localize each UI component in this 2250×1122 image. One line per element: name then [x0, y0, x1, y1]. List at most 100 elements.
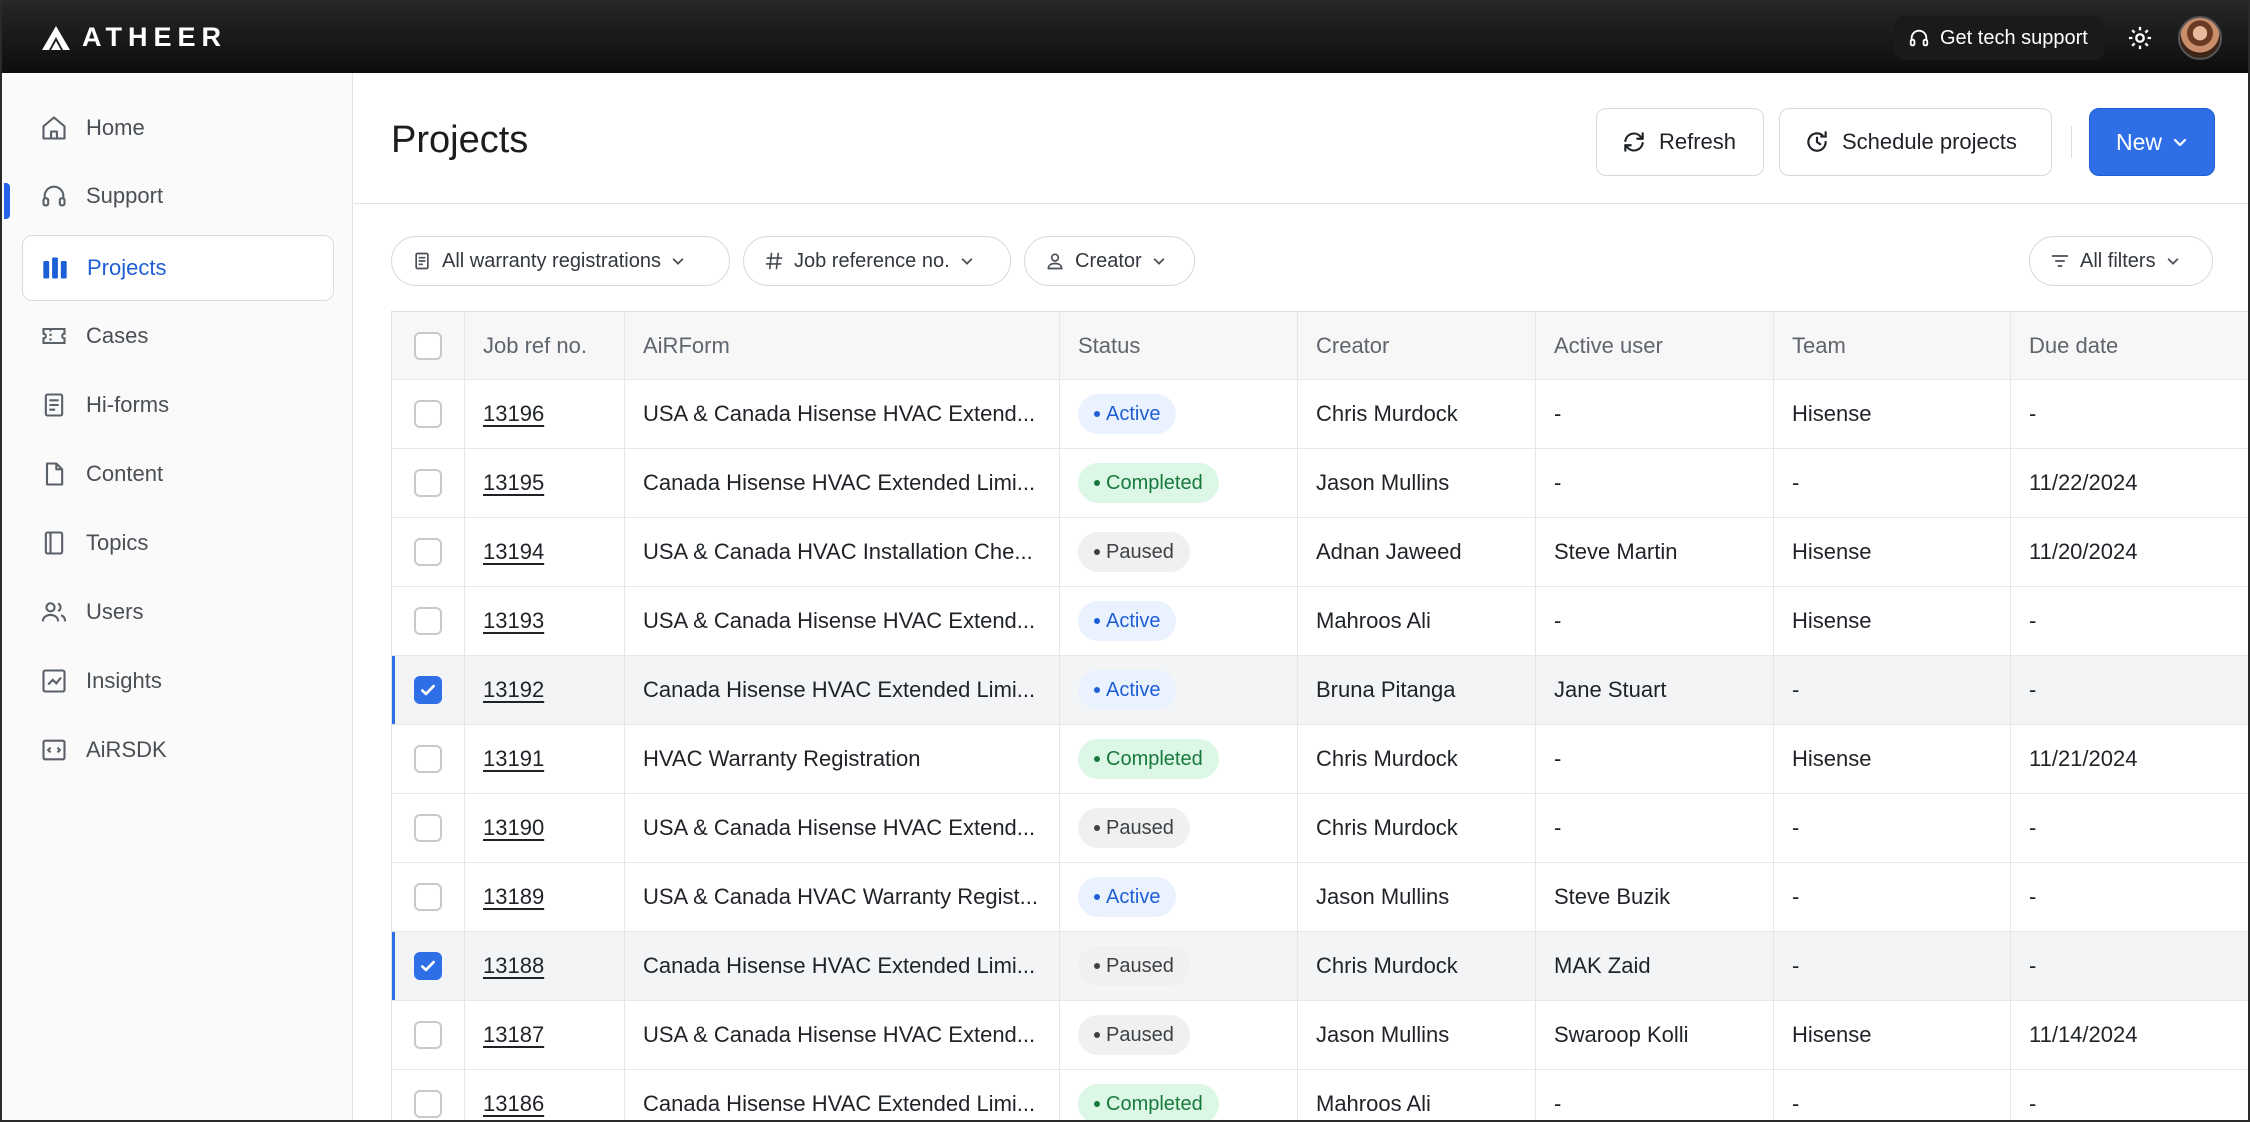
table-row[interactable]: 13195 Canada Hisense HVAC Extended Limi..… [392, 449, 2248, 518]
schedule-projects-button[interactable]: Schedule projects [1779, 108, 2052, 176]
sidebar-item-topics[interactable]: Topics [22, 510, 334, 576]
creator-cell: Chris Murdock [1298, 380, 1536, 448]
status-badge: Active [1078, 601, 1177, 641]
table-row[interactable]: 13196 USA & Canada Hisense HVAC Extend...… [392, 380, 2248, 449]
status-badge: Completed [1078, 1084, 1219, 1120]
job-ref-link[interactable]: 13196 [483, 401, 544, 427]
row-checkbox[interactable] [414, 883, 442, 911]
app-window: ATHEER Get tech support Home Support Pro… [0, 0, 2250, 1122]
warranty-registrations-filter[interactable]: All warranty registrations [391, 236, 730, 286]
row-checkbox[interactable] [414, 676, 442, 704]
refresh-button[interactable]: Refresh [1596, 108, 1764, 176]
row-checkbox[interactable] [414, 1021, 442, 1049]
row-select-cell [392, 1070, 465, 1120]
table-row[interactable]: 13189 USA & Canada HVAC Warranty Regist..… [392, 863, 2248, 932]
job-ref-link[interactable]: 13192 [483, 677, 544, 703]
active-user-cell: - [1536, 449, 1774, 517]
job-ref-link[interactable]: 13195 [483, 470, 544, 496]
table-row[interactable]: 13190 USA & Canada Hisense HVAC Extend...… [392, 794, 2248, 863]
gear-icon[interactable] [2126, 24, 2154, 52]
sidebar-item-airsdk[interactable]: AiRSDK [22, 717, 334, 783]
column-header-status[interactable]: Status [1060, 312, 1298, 379]
all-filters-button[interactable]: All filters [2029, 236, 2213, 286]
active-user-cell: - [1536, 587, 1774, 655]
user-avatar[interactable] [2178, 16, 2222, 60]
due-date-cell: - [2029, 815, 2037, 840]
atheer-logo[interactable]: ATHEER [40, 22, 227, 53]
job-ref-link[interactable]: 13186 [483, 1091, 544, 1117]
sidebar-item-users[interactable]: Users [22, 579, 334, 645]
sidebar-item-hi-forms[interactable]: Hi-forms [22, 372, 334, 438]
airform-cell: USA & Canada Hisense HVAC Extend... [625, 794, 1060, 862]
row-select-cell [392, 794, 465, 862]
chevron-down-icon [672, 258, 684, 265]
row-checkbox[interactable] [414, 469, 442, 497]
table-row[interactable]: 13187 USA & Canada Hisense HVAC Extend...… [392, 1001, 2248, 1070]
select-all-checkbox[interactable] [414, 331, 442, 360]
sidebar-item-label: Support [86, 183, 164, 208]
job-ref-link[interactable]: 13189 [483, 884, 544, 910]
code-icon [42, 739, 66, 761]
new-button[interactable]: New [2089, 108, 2215, 176]
team-cell: - [1774, 449, 2011, 517]
sidebar-item-label: Users [86, 599, 144, 624]
row-checkbox[interactable] [414, 607, 442, 635]
creator-cell: Mahroos Ali [1298, 1070, 1536, 1120]
row-checkbox[interactable] [414, 952, 442, 980]
row-checkbox[interactable] [414, 745, 442, 773]
row-checkbox[interactable] [414, 538, 442, 566]
table-row[interactable]: 13186 Canada Hisense HVAC Extended Limi..… [392, 1070, 2248, 1120]
status-label: Active [1106, 885, 1161, 908]
creator-cell: Chris Murdock [1298, 932, 1536, 1000]
status-cell: Completed [1060, 449, 1298, 517]
job-ref-link[interactable]: 13190 [483, 815, 544, 841]
due-date-cell: - [2029, 953, 2037, 978]
team-cell: Hisense [1774, 1001, 2011, 1069]
refresh-label: Refresh [1659, 129, 1737, 154]
book-icon [44, 531, 64, 555]
table-row[interactable]: 13191 HVAC Warranty Registration Completed… [392, 725, 2248, 794]
column-header-due-date[interactable]: Due date [2011, 312, 2248, 379]
status-dot [1094, 825, 1100, 831]
status-badge: Active [1078, 394, 1177, 434]
table-row[interactable]: 13192 Canada Hisense HVAC Extended Limi..… [392, 656, 2248, 725]
row-checkbox[interactable] [414, 400, 442, 428]
table-row[interactable]: 13188 Canada Hisense HVAC Extended Limi..… [392, 932, 2248, 1001]
job-ref-cell: 13190 [465, 794, 625, 862]
status-dot [1094, 687, 1100, 693]
job-reference-filter[interactable]: Job reference no. [743, 236, 1011, 286]
column-header-team[interactable]: Team [1774, 312, 2011, 379]
column-header-job-ref[interactable]: Job ref no. [465, 312, 625, 379]
row-select-cell [392, 863, 465, 931]
job-ref-link[interactable]: 13188 [483, 953, 544, 979]
due-date-cell: - [2029, 608, 2037, 633]
sidebar-item-insights[interactable]: Insights [22, 648, 334, 714]
column-header-active-user[interactable]: Active user [1536, 312, 1774, 379]
column-header-creator[interactable]: Creator [1298, 312, 1536, 379]
job-ref-link[interactable]: 13187 [483, 1022, 544, 1048]
team-cell: Hisense [1774, 587, 2011, 655]
table-row[interactable]: 13193 USA & Canada Hisense HVAC Extend...… [392, 587, 2248, 656]
schedule-icon [1807, 131, 1827, 152]
table-row[interactable]: 13194 USA & Canada HVAC Installation Che.… [392, 518, 2248, 587]
status-badge: Active [1078, 877, 1177, 917]
status-cell: Active [1060, 656, 1298, 724]
sidebar-item-projects[interactable]: Projects [22, 235, 334, 301]
row-checkbox[interactable] [414, 814, 442, 842]
creator-filter[interactable]: Creator [1024, 236, 1195, 286]
column-header-airform[interactable]: AiRForm [625, 312, 1060, 379]
sidebar-item-support[interactable]: Support [22, 163, 334, 229]
status-badge: Completed [1078, 739, 1219, 779]
header-divider [2071, 126, 2072, 158]
sidebar-item-content[interactable]: Content [22, 441, 334, 507]
job-ref-link[interactable]: 13193 [483, 608, 544, 634]
sidebar-item-cases[interactable]: Cases [22, 303, 334, 369]
row-checkbox[interactable] [414, 1090, 442, 1118]
sidebar-item-label: Cases [86, 323, 149, 348]
get-tech-support-button[interactable]: Get tech support [1894, 16, 2104, 60]
row-select-cell [392, 587, 465, 655]
sidebar-item-home[interactable]: Home [22, 95, 334, 161]
job-ref-link[interactable]: 13194 [483, 539, 544, 565]
job-ref-link[interactable]: 13191 [483, 746, 544, 772]
status-badge: Paused [1078, 808, 1190, 848]
